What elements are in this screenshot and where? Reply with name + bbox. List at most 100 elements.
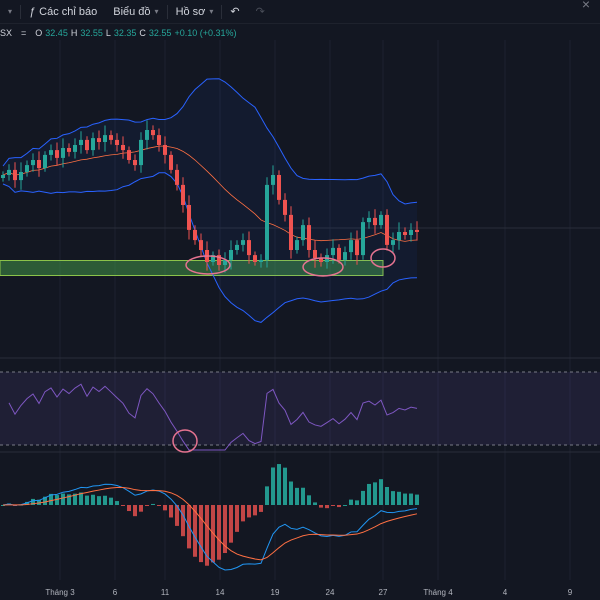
candle-body	[331, 247, 335, 256]
candle-body	[7, 169, 11, 175]
macd-histogram-bar	[403, 493, 407, 505]
candle-body	[73, 145, 77, 152]
time-axis-label: 6	[112, 588, 118, 597]
candle-body	[127, 150, 131, 160]
macd-histogram-bar	[259, 505, 263, 512]
macd-histogram-bar	[145, 505, 149, 506]
macd-histogram-bar	[277, 464, 281, 505]
macd-histogram-bar	[289, 481, 293, 505]
macd-histogram-bar	[283, 467, 287, 505]
macd-histogram-bar	[109, 497, 113, 505]
time-axis-label: 27	[378, 588, 388, 597]
candle-body	[277, 175, 281, 200]
candle-body	[403, 232, 407, 235]
bollinger-fill	[3, 78, 417, 323]
candle-body	[79, 139, 83, 145]
macd-histogram-bar	[247, 505, 251, 518]
candle-body	[13, 169, 17, 181]
candle-body	[163, 145, 167, 155]
macd-histogram-bar	[367, 483, 371, 505]
candle-body	[229, 250, 233, 260]
macd-histogram-bar	[265, 486, 269, 505]
candle-body	[247, 240, 251, 256]
candle-body	[121, 145, 125, 151]
macd-histogram-bar	[163, 505, 167, 511]
macd-histogram-bar	[127, 505, 131, 512]
macd-histogram-bar	[361, 490, 365, 505]
candle-body	[265, 184, 269, 260]
candle-body	[139, 139, 143, 166]
candle-body	[253, 255, 257, 262]
time-axis-label: 19	[270, 588, 280, 597]
candle-body	[1, 175, 5, 178]
macd-histogram-bar	[157, 505, 161, 506]
macd-histogram-bar	[397, 491, 401, 505]
candle-body	[37, 160, 41, 169]
candle-body	[283, 199, 287, 215]
candle-body	[259, 259, 263, 262]
candle-body	[343, 252, 347, 260]
macd-histogram-bar	[115, 501, 119, 505]
time-axis-label: 24	[325, 588, 335, 597]
candle-body	[355, 240, 359, 256]
candle-body	[67, 148, 71, 152]
macd-histogram-bar	[313, 502, 317, 505]
macd-histogram-bar	[319, 505, 323, 508]
macd-histogram-bar	[385, 486, 389, 505]
macd-histogram-bar	[169, 505, 173, 518]
candle-body	[361, 222, 365, 256]
candle-body	[103, 135, 107, 142]
candle-body	[391, 240, 395, 245]
time-axis-label: 9	[567, 588, 573, 597]
macd-histogram-bar	[85, 495, 89, 505]
candle-body	[295, 240, 299, 250]
candle-body	[289, 214, 293, 250]
candle-body	[397, 232, 401, 241]
macd-histogram-bar	[391, 491, 395, 505]
candle-body	[373, 217, 377, 226]
macd-histogram-bar	[217, 505, 221, 560]
macd-histogram-bar	[379, 479, 383, 505]
time-axis-label: 14	[215, 588, 225, 597]
time-axis-label: Tháng 3	[45, 588, 75, 597]
macd-histogram-bar	[103, 495, 107, 505]
macd-histogram-bar	[331, 505, 335, 506]
macd-histogram-bar	[343, 504, 347, 506]
candle-body	[19, 172, 23, 181]
time-axis-label: 11	[160, 588, 170, 597]
macd-histogram-bar	[61, 493, 65, 505]
macd-histogram-bar	[301, 487, 305, 505]
macd-histogram-bar	[139, 505, 143, 512]
candle-body	[175, 169, 179, 185]
candle-body	[115, 139, 119, 145]
candle-body	[187, 205, 191, 230]
candle-body	[307, 225, 311, 250]
candle-body	[31, 160, 35, 166]
candle-body	[379, 214, 383, 226]
candle-body	[271, 175, 275, 185]
macd-histogram-bar	[151, 503, 155, 505]
candle-body	[385, 214, 389, 245]
candle-body	[349, 240, 353, 253]
candle-body	[43, 154, 47, 169]
macd-histogram-bar	[229, 505, 233, 543]
candle-body	[169, 154, 173, 170]
macd-histogram-bar	[199, 505, 203, 563]
candle-body	[55, 150, 59, 158]
macd-histogram-bar	[295, 487, 299, 505]
candle-body	[91, 138, 95, 151]
macd-histogram-bar	[91, 494, 95, 505]
candle-body	[145, 130, 149, 140]
macd-histogram-bar	[349, 499, 353, 505]
candle-body	[61, 148, 65, 158]
candle-body	[151, 130, 155, 136]
candle-body	[301, 225, 305, 241]
macd-histogram-bar	[235, 505, 239, 532]
time-axis-label: 4	[502, 588, 508, 597]
macd-histogram-bar	[253, 505, 257, 516]
macd-histogram-bar	[337, 505, 341, 508]
macd-histogram-bar	[133, 505, 137, 517]
macd-histogram-bar	[325, 505, 329, 509]
candle-body	[109, 135, 113, 140]
price-chart[interactable]	[0, 0, 600, 600]
